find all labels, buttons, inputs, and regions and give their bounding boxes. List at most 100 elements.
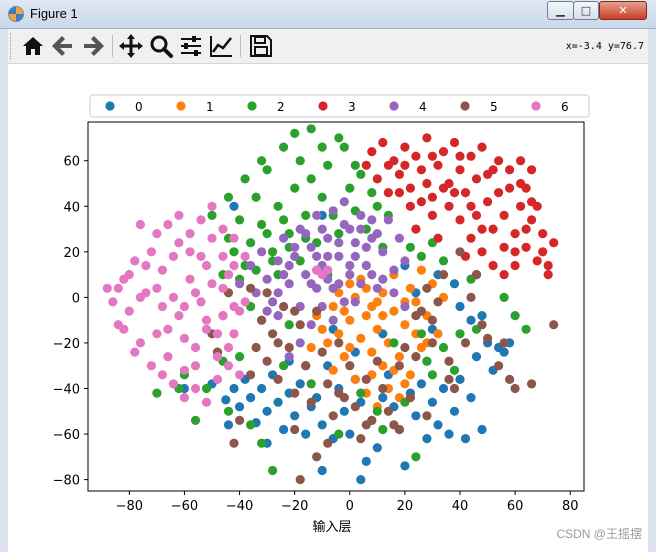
scatter-point-series-4 <box>345 270 355 280</box>
scatter-point-series-3 <box>516 156 526 166</box>
scatter-point-series-3 <box>483 169 493 179</box>
forward-arrow-icon <box>84 36 104 56</box>
scatter-point-series-4 <box>339 297 349 307</box>
scatter-point-series-2 <box>223 406 234 416</box>
scatter-point-series-3 <box>449 188 460 198</box>
scatter-point-series-2 <box>334 133 344 143</box>
scatter-point-series-5 <box>323 379 333 389</box>
scatter-point-series-5 <box>422 283 432 293</box>
scatter-point-series-4 <box>273 288 283 298</box>
x-tick-label: −20 <box>281 499 308 514</box>
scatter-point-series-6 <box>229 233 239 243</box>
scatter-point-series-6 <box>235 370 245 380</box>
scatter-point-series-4 <box>323 251 333 261</box>
scatter-point-series-4 <box>367 215 377 225</box>
scatter-point-series-5 <box>323 438 333 448</box>
scatter-point-series-2 <box>290 183 300 193</box>
maximize-button[interactable]: □ <box>573 1 599 20</box>
scatter-point-series-3 <box>477 247 487 257</box>
scatter-point-series-6 <box>174 311 184 321</box>
scatter-point-series-5 <box>279 301 289 312</box>
scatter-point-series-4 <box>295 338 305 348</box>
close-button[interactable]: ✕ <box>599 1 647 20</box>
scatter-point-series-1 <box>372 297 382 307</box>
scatter-point-series-5 <box>411 352 421 362</box>
scatter-point-series-6 <box>146 361 156 371</box>
x-tick-label: −40 <box>226 499 253 514</box>
scatter-point-series-2 <box>422 356 432 366</box>
scatter-point-series-1 <box>378 311 388 321</box>
scatter-point-series-2 <box>449 365 460 375</box>
scatter-point-series-4 <box>367 270 377 280</box>
scatter-point-series-4 <box>350 297 360 307</box>
scatter-point-series-3 <box>438 183 449 193</box>
scatter-point-series-3 <box>394 169 404 179</box>
scatter-point-series-0 <box>246 393 256 403</box>
scatter-point-series-0 <box>477 311 487 321</box>
scatter-point-series-0 <box>466 393 476 403</box>
scatter-point-series-2 <box>306 174 316 184</box>
scatter-point-series-3 <box>505 183 515 193</box>
scatter-point-series-0 <box>400 461 410 471</box>
scatter-point-series-6 <box>223 270 234 280</box>
scatter-point-series-4 <box>361 260 371 271</box>
x-tick-label: 40 <box>452 499 469 514</box>
scatter-point-series-0 <box>449 406 460 416</box>
scatter-point-series-4 <box>257 247 267 257</box>
scatter-point-series-6 <box>240 251 250 261</box>
scatter-point-series-4 <box>334 279 344 289</box>
scatter-point-series-6 <box>157 301 167 312</box>
scatter-point-series-5 <box>301 361 311 371</box>
scatter-point-series-0 <box>499 347 509 357</box>
scatter-point-series-3 <box>367 147 377 157</box>
scatter-point-series-5 <box>394 361 404 371</box>
scatter-point-series-1 <box>416 265 426 275</box>
scatter-point-series-5 <box>317 347 327 357</box>
home-button[interactable] <box>20 33 46 59</box>
scatter-point-series-1 <box>389 306 399 316</box>
scatter-point-series-0 <box>416 379 426 389</box>
zoom-button[interactable] <box>148 33 174 59</box>
scatter-point-series-0 <box>295 379 305 389</box>
scatter-point-series-5 <box>273 374 283 384</box>
legend-marker-4 <box>389 101 399 111</box>
scatter-point-series-0 <box>339 406 349 416</box>
minimize-button[interactable]: ▁ <box>547 1 574 20</box>
scatter-point-series-4 <box>394 233 404 243</box>
scatter-point-series-6 <box>124 270 134 280</box>
scatter-point-series-5 <box>290 388 300 398</box>
scatter-point-series-6 <box>113 283 123 293</box>
scatter-point-series-6 <box>179 301 189 312</box>
edit-curves-button[interactable] <box>208 33 234 59</box>
scatter-point-series-6 <box>157 370 167 380</box>
scatter-point-series-5 <box>400 342 410 353</box>
forward-button[interactable] <box>80 33 106 59</box>
scatter-point-series-6 <box>201 324 212 334</box>
scatter-point-series-3 <box>499 210 509 220</box>
scatter-point-series-3 <box>488 224 498 234</box>
back-button[interactable] <box>50 33 76 59</box>
scatter-point-series-4 <box>400 256 410 266</box>
scatter-point-series-6 <box>207 201 217 211</box>
pan-button[interactable] <box>118 33 144 59</box>
legend-label-2: 2 <box>277 100 285 114</box>
legend-label-3: 3 <box>348 100 356 114</box>
scatter-point-series-1 <box>334 329 344 339</box>
scatter-point-series-2 <box>284 320 294 330</box>
scatter-point-series-0 <box>455 374 465 384</box>
scatter-point-series-4 <box>312 251 322 261</box>
save-button[interactable] <box>248 33 274 59</box>
scatter-point-series-3 <box>527 165 537 175</box>
scatter-point-series-1 <box>356 333 366 343</box>
scatter-point-series-1 <box>345 315 355 325</box>
scatter-point-series-5 <box>312 452 322 462</box>
figure-canvas[interactable]: −80 −60 −40 −20 0 20 40 60 80 −80 −60 −40 −20 0 20 40 60… <box>8 64 648 554</box>
scatter-point-series-2 <box>246 420 256 430</box>
subplots-button[interactable] <box>178 33 204 59</box>
scatter-point-series-2 <box>279 361 289 371</box>
toolbar-grip <box>10 33 14 59</box>
scatter-point-series-2 <box>334 429 344 439</box>
scatter-point-series-6 <box>196 251 206 261</box>
scatter-plot[interactable]: −80 −60 −40 −20 0 20 40 60 80−80−60−40−200204060… <box>8 64 648 550</box>
scatter-point-series-2 <box>306 379 316 389</box>
